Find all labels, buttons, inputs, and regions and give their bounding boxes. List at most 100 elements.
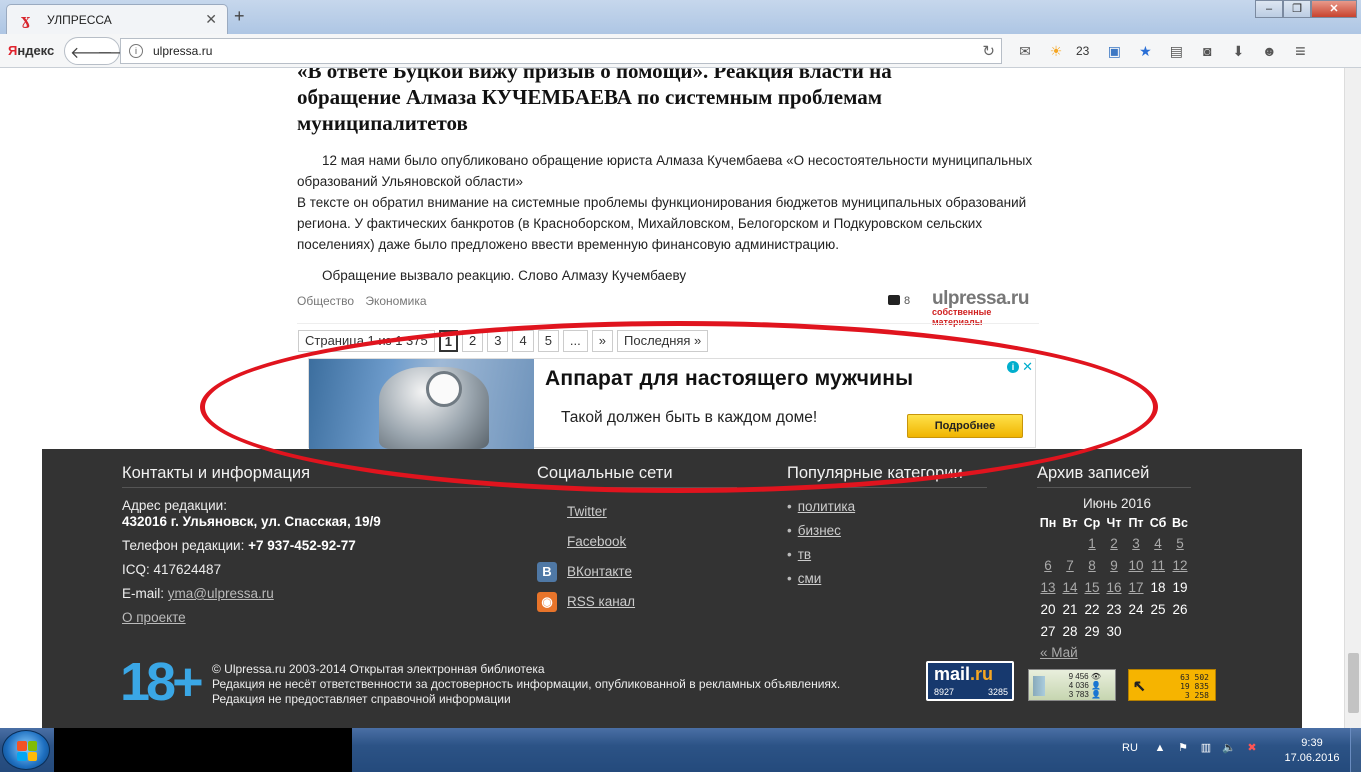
weekday-label: Сб bbox=[1149, 516, 1167, 530]
page-link-current[interactable]: 1 bbox=[438, 330, 458, 352]
back-arrow-icon[interactable]: 🡐 bbox=[70, 42, 113, 62]
category-link[interactable]: бизнес bbox=[798, 523, 841, 538]
copyright-line: Редакция не несёт ответственности за дос… bbox=[212, 677, 841, 691]
reload-icon[interactable]: ↻ bbox=[982, 42, 995, 60]
forward-arrow-icon[interactable]: 🡒 bbox=[97, 42, 140, 62]
weather-icon[interactable]: ☀ bbox=[1045, 41, 1067, 61]
show-desktop-button[interactable] bbox=[1350, 728, 1361, 772]
scrollbar-thumb[interactable] bbox=[1348, 653, 1359, 713]
tag-link[interactable]: Общество bbox=[297, 294, 354, 308]
calendar-day[interactable]: 11 bbox=[1147, 554, 1169, 576]
calendar-day[interactable]: 7 bbox=[1059, 554, 1081, 576]
minimize-button[interactable]: – bbox=[1255, 0, 1283, 18]
calendar-day: 20 bbox=[1040, 601, 1056, 617]
page-link[interactable]: 5 bbox=[537, 330, 559, 352]
article-title[interactable]: «В ответе Буцкой вижу призыв о помощи». … bbox=[297, 68, 997, 136]
ad-title[interactable]: Аппарат для настоящего мужчины bbox=[545, 367, 913, 391]
new-tab-button[interactable]: + bbox=[234, 6, 245, 27]
rss-icon[interactable]: ◉ bbox=[537, 592, 557, 612]
ad-more-button[interactable]: Подробнее bbox=[907, 414, 1023, 438]
start-button[interactable] bbox=[2, 730, 50, 770]
calendar-day[interactable]: 15 bbox=[1081, 576, 1103, 598]
vk-link[interactable]: ВКонтакте bbox=[567, 564, 632, 579]
email-label: E-mail: bbox=[122, 586, 168, 601]
page-link[interactable]: 2 bbox=[461, 330, 484, 352]
ad-banner[interactable]: Аппарат для настоящего мужчины Такой дол… bbox=[308, 358, 1036, 449]
mail-icon[interactable]: ✉ bbox=[1014, 41, 1036, 61]
addon-icon[interactable]: ▣ bbox=[1103, 41, 1125, 61]
facebook-link[interactable]: Facebook bbox=[567, 534, 626, 549]
yandex-metrika-counter[interactable]: ↖ 63 502 19 835 3 258 bbox=[1128, 669, 1216, 701]
email-link[interactable]: yma@ulpressa.ru bbox=[168, 586, 274, 601]
calendar-day[interactable]: 13 bbox=[1037, 576, 1059, 598]
calendar-weekdays: Пн Вт Ср Чт Пт Сб Вс bbox=[1037, 514, 1191, 532]
antivirus-icon[interactable]: ✖ bbox=[1245, 741, 1259, 755]
system-clock[interactable]: 9:39 17.06.2016 bbox=[1282, 736, 1342, 766]
calendar-day[interactable]: 14 bbox=[1059, 576, 1081, 598]
calendar-week: 27 28 29 30 bbox=[1037, 620, 1191, 642]
weather-temperature[interactable]: 23 bbox=[1076, 44, 1089, 58]
address-bar[interactable]: i ulpressa.ru ↻ bbox=[120, 38, 1002, 64]
yandex-logo[interactable]: Яндекс bbox=[8, 43, 54, 58]
close-window-button[interactable]: ✕ bbox=[1311, 0, 1357, 18]
page-link[interactable]: 4 bbox=[512, 330, 534, 352]
chat-icon[interactable]: ☻ bbox=[1258, 41, 1280, 61]
close-tab-icon[interactable]: ✕ bbox=[205, 11, 217, 28]
category-link[interactable]: тв bbox=[798, 547, 811, 562]
pocket-icon[interactable]: ◙ bbox=[1196, 41, 1218, 61]
download-icon[interactable]: ⬇ bbox=[1227, 41, 1249, 61]
twitter-link[interactable]: Twitter bbox=[567, 504, 607, 519]
ad-image[interactable] bbox=[309, 359, 534, 449]
bookmark-star-icon[interactable]: ★ bbox=[1134, 41, 1156, 61]
about-project-link[interactable]: О проекте bbox=[122, 610, 186, 625]
vk-icon[interactable]: B bbox=[537, 562, 557, 582]
brand-subtitle: собственные материалы bbox=[932, 307, 992, 327]
calendar-day[interactable]: 1 bbox=[1081, 532, 1103, 554]
calendar-day[interactable]: 12 bbox=[1169, 554, 1191, 576]
comments-count[interactable]: 8 bbox=[888, 295, 910, 307]
brand-stamp: ulpressa.ru собственные материалы bbox=[932, 288, 1042, 327]
weekday-label: Пт bbox=[1128, 516, 1144, 530]
show-hidden-icon[interactable]: ▲ bbox=[1153, 741, 1167, 755]
reading-list-icon[interactable]: ▤ bbox=[1165, 41, 1187, 61]
page-link[interactable]: 3 bbox=[487, 330, 509, 352]
flag-icon[interactable]: ⚑ bbox=[1176, 741, 1190, 755]
calendar-day[interactable]: 10 bbox=[1125, 554, 1147, 576]
ad-text[interactable]: Такой должен быть в каждом доме! bbox=[561, 409, 817, 427]
category-item: тв bbox=[787, 545, 855, 569]
calendar-day: 26 bbox=[1172, 601, 1188, 617]
browser-tab[interactable]: ɣ УЛПРЕССА ✕ bbox=[6, 4, 228, 34]
last-page-link[interactable]: Последняя » bbox=[617, 330, 709, 352]
network-icon[interactable]: ▥ bbox=[1199, 741, 1213, 755]
rss-link[interactable]: RSS канал bbox=[567, 594, 635, 609]
tag-link[interactable]: Экономика bbox=[365, 294, 426, 308]
article-tags: Общество Экономика bbox=[297, 294, 435, 308]
volume-icon[interactable]: 🔈 bbox=[1222, 741, 1236, 755]
ad-close-icon[interactable]: ✕ bbox=[1022, 359, 1033, 375]
category-link[interactable]: политика bbox=[798, 499, 855, 514]
calendar-day[interactable]: 9 bbox=[1103, 554, 1125, 576]
language-indicator[interactable]: RU bbox=[1122, 742, 1138, 754]
maximize-button[interactable]: ❐ bbox=[1283, 0, 1311, 18]
calendar-day[interactable]: 16 bbox=[1103, 576, 1125, 598]
calendar-day[interactable]: 2 bbox=[1103, 532, 1125, 554]
calendar-day[interactable]: 17 bbox=[1125, 576, 1147, 598]
mailru-counter[interactable]: mail.ru 8927 3285 bbox=[926, 661, 1014, 701]
category-item: бизнес bbox=[787, 521, 855, 545]
social-vk: B ВКонтакте bbox=[537, 562, 635, 592]
ad-info-icon[interactable]: i bbox=[1007, 361, 1019, 373]
url-input[interactable]: ulpressa.ru bbox=[153, 44, 212, 58]
calendar-prev-month-link[interactable]: « Май bbox=[1040, 645, 1197, 660]
liveinternet-counter[interactable]: 9 456 👁 4 036 👤 3 783 👤 bbox=[1028, 669, 1116, 701]
next-page-link[interactable]: » bbox=[591, 330, 613, 352]
page-scrollbar[interactable] bbox=[1344, 68, 1361, 728]
calendar-day[interactable]: 8 bbox=[1081, 554, 1103, 576]
calendar-day[interactable]: 3 bbox=[1125, 532, 1147, 554]
category-link[interactable]: сми bbox=[798, 571, 822, 586]
site-info-icon[interactable]: i bbox=[129, 44, 143, 58]
calendar-day[interactable]: 4 bbox=[1147, 532, 1169, 554]
calendar-day[interactable]: 6 bbox=[1037, 554, 1059, 576]
windows-taskbar: RU ▲ ⚑ ▥ 🔈 ✖ 9:39 17.06.2016 bbox=[0, 728, 1361, 772]
calendar-day[interactable]: 5 bbox=[1169, 532, 1191, 554]
menu-icon[interactable]: ≡ bbox=[1289, 41, 1311, 61]
